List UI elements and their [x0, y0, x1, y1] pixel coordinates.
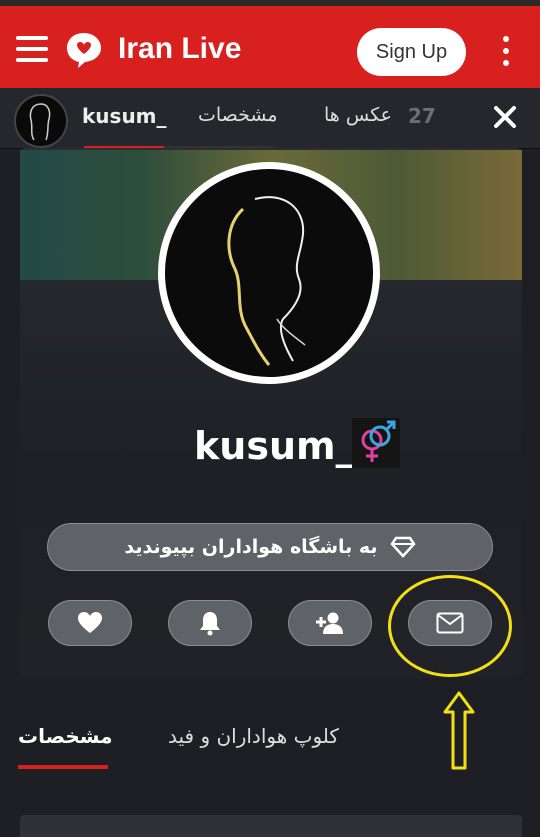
- profile-sticky-bar: kusum_ مشخصات عکس ها 27: [0, 88, 540, 149]
- close-icon[interactable]: [492, 104, 518, 130]
- tab-fanclub-feed[interactable]: کلوپ هواداران و فید: [168, 724, 339, 748]
- mini-avatar[interactable]: [14, 94, 68, 148]
- content-panel: [20, 815, 522, 837]
- notify-button[interactable]: [168, 600, 252, 646]
- menu-icon[interactable]: [16, 36, 48, 62]
- photos-count: 27: [408, 104, 436, 128]
- sticky-tab-details[interactable]: مشخصات: [198, 104, 278, 126]
- heart-icon: [78, 612, 102, 633]
- annotation-circle: [388, 575, 512, 677]
- like-button[interactable]: [48, 600, 132, 646]
- top-app-bar: Iran Live Sign Up: [0, 0, 540, 88]
- add-friend-icon: [316, 612, 343, 634]
- gender-symbol-icon: [352, 418, 400, 468]
- bell-icon: [200, 612, 220, 636]
- sticky-tab-photos[interactable]: عکس ها: [324, 104, 392, 126]
- join-fanclub-button[interactable]: به باشگاه هواداران بپیوندید: [47, 523, 493, 571]
- tab-details[interactable]: مشخصات: [18, 724, 112, 748]
- sticky-username: kusum_: [82, 104, 167, 128]
- brand-name[interactable]: Iran Live: [118, 32, 241, 66]
- more-options-icon[interactable]: [499, 36, 513, 70]
- chat-logo-icon: [67, 33, 101, 68]
- annotation-up-arrow-icon: [443, 691, 475, 770]
- display-name: kusum_: [194, 424, 355, 468]
- diamond-icon: [389, 536, 416, 558]
- join-fanclub-label: به باشگاه هواداران بپیوندید: [124, 536, 378, 558]
- add-friend-button[interactable]: [288, 600, 372, 646]
- signup-button[interactable]: Sign Up: [357, 28, 466, 76]
- profile-avatar[interactable]: [158, 162, 380, 384]
- active-tab-indicator: [18, 765, 108, 769]
